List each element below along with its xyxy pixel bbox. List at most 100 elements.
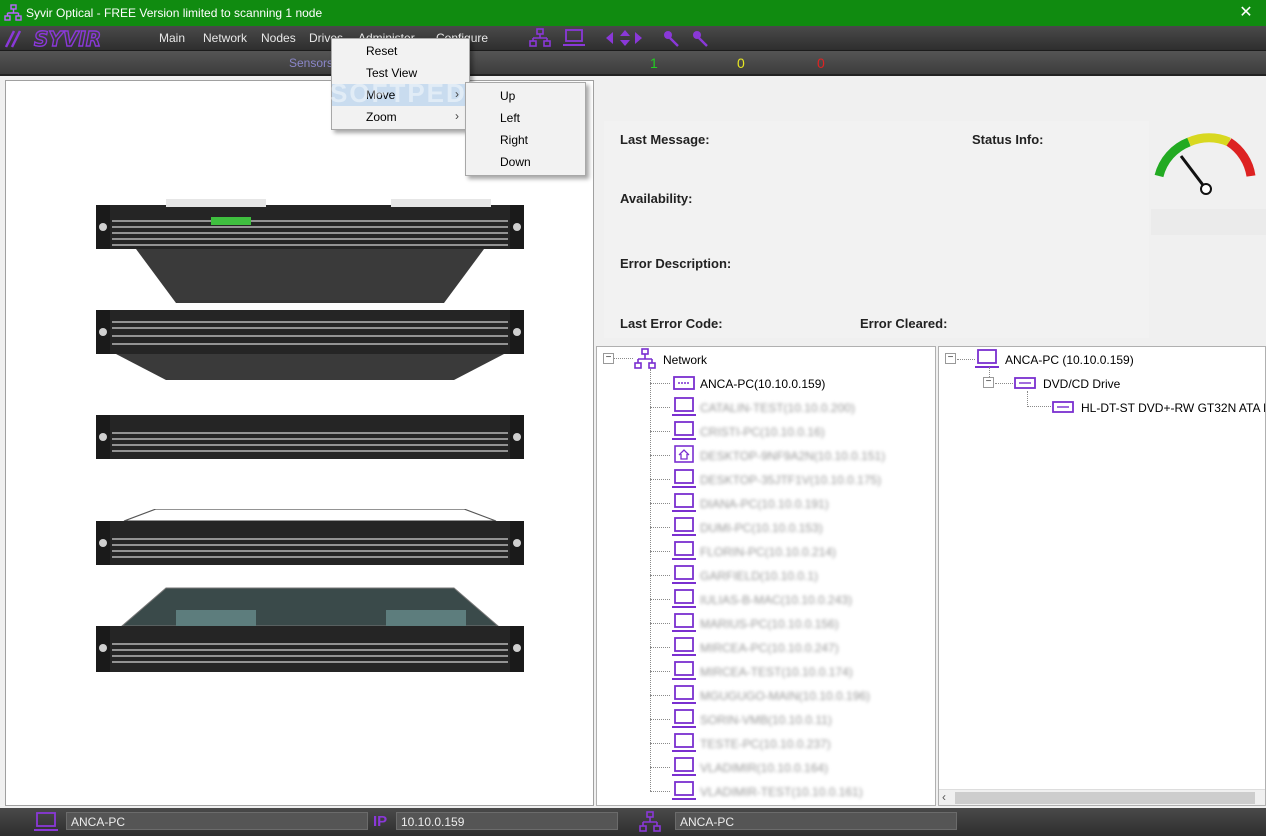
sensor-status-strip: Sensors 1 0 0	[0, 51, 1266, 76]
rack-unit-1[interactable]	[96, 199, 524, 309]
tree-guide-line	[650, 551, 670, 552]
syvir-logo: SYVIR	[4, 29, 102, 49]
horizontal-scrollbar[interactable]: ‹	[939, 789, 1265, 805]
network-node-item[interactable]: ANCA-PC(10.10.0.159)	[650, 372, 930, 394]
network-node-item[interactable]: IULIAS-B-MAC(10.10.0.243)	[650, 588, 930, 610]
rack-3d-view[interactable]	[5, 80, 594, 806]
menu-reset[interactable]: Reset	[332, 40, 469, 62]
network-node-label: SORIN-VMB(10.10.0.11)	[700, 713, 832, 727]
close-window-button[interactable]: ✕	[1226, 0, 1266, 26]
network-topology-icon	[634, 348, 656, 369]
network-node-item[interactable]: MGUGUGO-MAIN(10.10.0.196)	[650, 684, 930, 706]
move-left[interactable]: Left	[466, 107, 585, 129]
laptop-icon[interactable]	[562, 28, 586, 48]
last-error-code-label: Last Error Code:	[620, 316, 723, 331]
laptop-icon	[34, 812, 58, 831]
laptop-icon	[672, 613, 696, 632]
move-arrows-icon[interactable]	[604, 28, 644, 48]
network-node-item[interactable]: MARIUS-PC(10.10.0.156)	[650, 612, 930, 634]
network-node-item[interactable]: SORIN-VMB(10.10.0.11)	[650, 708, 930, 730]
menu-zoom[interactable]: Zoom ›	[332, 106, 469, 128]
network-node-label: VLADIMIR-TEST(10.10.0.161)	[700, 785, 863, 799]
network-node-item[interactable]: MIRCEA-PC(10.10.0.247)	[650, 636, 930, 658]
drive-icon	[673, 376, 695, 390]
optical-drive-icon	[1052, 401, 1074, 413]
move-up[interactable]: Up	[466, 85, 585, 107]
error-description-label: Error Description:	[620, 256, 732, 271]
tree-guide-line	[650, 791, 670, 792]
network-topology-icon	[639, 811, 661, 832]
zoom-out-icon[interactable]	[688, 28, 712, 48]
network-node-item[interactable]: DESKTOP-9NF9A2N(10.10.0.151)	[650, 444, 930, 466]
rack-unit-3[interactable]	[96, 413, 524, 463]
scrollbar-thumb[interactable]	[955, 792, 1255, 804]
network-node-item[interactable]: VLADIMIR(10.10.0.164)	[650, 756, 930, 778]
rack-unit-5[interactable]	[96, 586, 524, 676]
tree-guide-line	[650, 407, 670, 408]
move-right[interactable]: Right	[466, 129, 585, 151]
network-node-item[interactable]: DESKTOP-35JTF1V(10.10.0.175)	[650, 468, 930, 490]
network-node-label: MIRCEA-PC(10.10.0.247)	[700, 641, 839, 655]
laptop-icon	[672, 469, 696, 488]
menu-network[interactable]: Network	[203, 31, 247, 45]
move-up-label: Up	[500, 89, 516, 103]
laptop-icon	[672, 397, 696, 416]
rack-unit-4[interactable]	[96, 509, 524, 567]
tree-guide-line	[650, 455, 670, 456]
laptop-icon	[975, 349, 999, 368]
network-node-label: GARFIELD(10.10.0.1)	[700, 569, 819, 583]
window-title: Syvir Optical - FREE Version limited to …	[26, 6, 323, 20]
warning-count: 0	[737, 55, 745, 71]
network-node-label: MIRCEA-TEST(10.10.0.174)	[700, 665, 853, 679]
network-node-label: DIANA-PC(10.10.0.191)	[700, 497, 829, 511]
device-tree-leaf[interactable]: HL-DT-ST DVD+-RW GT32N ATA Device	[1051, 396, 1265, 418]
zoom-in-icon[interactable]	[659, 28, 683, 48]
submenu-arrow-icon: ›	[455, 109, 459, 123]
status-gauge-icon	[1154, 133, 1256, 195]
ip-label: IP	[373, 813, 388, 830]
rack-unit-2[interactable]	[96, 306, 524, 386]
dvd-drive-label: DVD/CD Drive	[1043, 377, 1121, 391]
tree-guide-line	[1027, 391, 1028, 405]
laptop-icon	[672, 781, 696, 800]
collapse-toggle[interactable]: −	[945, 353, 956, 364]
device-tree-child[interactable]: − DVD/CD Drive	[983, 372, 1263, 394]
gauge-base	[1151, 209, 1266, 235]
sensors-label[interactable]: Sensors	[289, 56, 333, 70]
laptop-icon	[672, 637, 696, 656]
laptop-icon	[672, 589, 696, 608]
network-node-item[interactable]: CRISTI-PC(10.10.0.16)	[650, 420, 930, 442]
collapse-toggle[interactable]: −	[983, 377, 994, 388]
device-tree-root[interactable]: − ANCA-PC (10.10.0.159)	[945, 348, 1265, 370]
menu-main[interactable]: Main	[159, 31, 185, 45]
device-tree[interactable]: − ANCA-PC (10.10.0.159) − DVD/CD Drive H…	[938, 346, 1266, 806]
node-name-field: ANCA-PC	[66, 812, 368, 830]
network-node-item[interactable]: DUMI-PC(10.10.0.153)	[650, 516, 930, 538]
menu-bar: SYVIR Main Network Nodes Drives Administ…	[0, 26, 1266, 51]
tree-root-network[interactable]: − Network	[603, 348, 923, 370]
laptop-icon	[672, 421, 696, 440]
move-down-label: Down	[500, 155, 531, 169]
laptop-icon	[672, 541, 696, 560]
network-node-item[interactable]: MIRCEA-TEST(10.10.0.174)	[650, 660, 930, 682]
tree-guide-line	[650, 575, 670, 576]
tree-guide-line	[650, 743, 670, 744]
network-tree[interactable]: − Network ANCA-PC(10.10.0.159) CATALIN-TE…	[596, 346, 936, 806]
network-node-label: MARIUS-PC(10.10.0.156)	[700, 617, 839, 631]
collapse-toggle[interactable]: −	[603, 353, 614, 364]
network-node-label: DESKTOP-35JTF1V(10.10.0.175)	[700, 473, 882, 487]
network-node-label: CATALIN-TEST(10.10.0.200)	[700, 401, 855, 415]
move-down[interactable]: Down	[466, 151, 585, 173]
network-node-item[interactable]: VLADIMIR-TEST(10.10.0.161)	[650, 780, 930, 802]
network-node-item[interactable]: TESTE-PC(10.10.0.237)	[650, 732, 930, 754]
network-node-item[interactable]: GARFIELD(10.10.0.1)	[650, 564, 930, 586]
network-node-item[interactable]: FLORIN-PC(10.10.0.214)	[650, 540, 930, 562]
menu-nodes[interactable]: Nodes	[261, 31, 296, 45]
network-topology-icon[interactable]	[528, 28, 552, 48]
scroll-left-icon[interactable]: ‹	[942, 790, 946, 804]
tree-guide-line	[650, 623, 670, 624]
last-message-label: Last Message:	[620, 132, 710, 147]
network-node-item[interactable]: CATALIN-TEST(10.10.0.200)	[650, 396, 930, 418]
network-node-item[interactable]: DIANA-PC(10.10.0.191)	[650, 492, 930, 514]
laptop-icon	[672, 757, 696, 776]
